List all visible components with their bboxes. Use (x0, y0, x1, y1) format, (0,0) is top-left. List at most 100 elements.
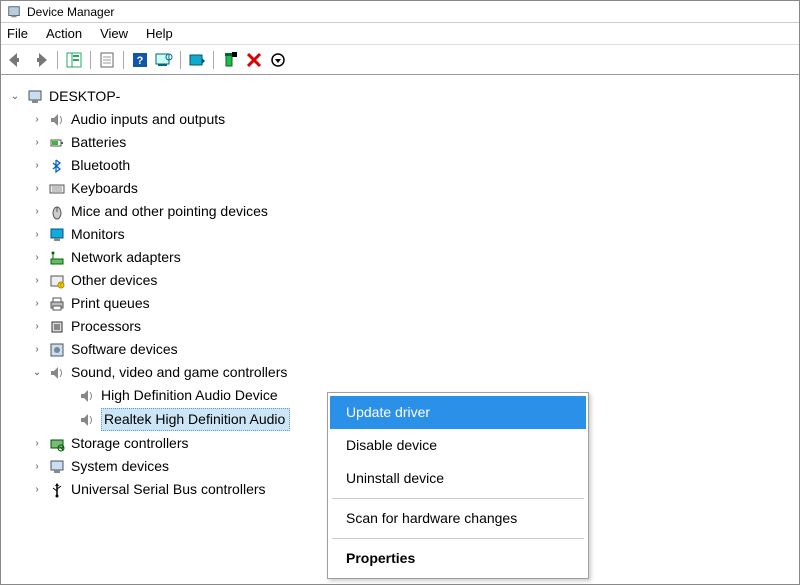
expander-placeholder (61, 414, 73, 426)
device-tree[interactable]: ⌄ DESKTOP- › Audio inputs and outputs › Bat… (1, 75, 799, 584)
monitor-icon (49, 227, 65, 243)
menu-bar: File Action View Help (1, 23, 799, 45)
uninstall-tb-icon[interactable] (220, 50, 240, 70)
expander-icon[interactable]: ⌄ (31, 367, 43, 379)
tree-category-label: Bluetooth (71, 155, 130, 176)
expander-icon[interactable]: › (31, 183, 43, 195)
app-icon (7, 5, 21, 19)
title-bar: Device Manager (1, 1, 799, 23)
cpu-icon (49, 319, 65, 335)
tree-category[interactable]: › Audio inputs and outputs (9, 108, 791, 131)
tree-category-label: Processors (71, 316, 141, 337)
battery-icon (49, 135, 65, 151)
expander-icon[interactable]: › (31, 275, 43, 287)
help-icon[interactable]: ? (130, 50, 150, 70)
expander-icon[interactable]: › (31, 484, 43, 496)
expander-icon[interactable]: › (31, 438, 43, 450)
tree-category-label: Other devices (71, 270, 157, 291)
toolbar-separator (213, 51, 214, 69)
context-menu-separator (332, 498, 584, 499)
expander-icon[interactable]: › (31, 229, 43, 241)
back-icon[interactable] (7, 50, 27, 70)
toolbar-separator (90, 51, 91, 69)
tree-category[interactable]: › Keyboards (9, 177, 791, 200)
tree-device-label: Realtek High Definition Audio (101, 408, 290, 431)
tree-category-label: Mice and other pointing devices (71, 201, 268, 222)
context-menu-item[interactable]: Scan for hardware changes (330, 502, 586, 535)
tree-category[interactable]: › Network adapters (9, 246, 791, 269)
show-hide-tree-icon[interactable] (64, 50, 84, 70)
keyboard-icon (49, 181, 65, 197)
expander-icon[interactable]: › (31, 137, 43, 149)
speaker-icon (79, 412, 95, 428)
scan-hardware-icon[interactable] (154, 50, 174, 70)
menu-action[interactable]: Action (46, 26, 82, 41)
tree-category[interactable]: › Software devices (9, 338, 791, 361)
disable-tb-icon[interactable] (244, 50, 264, 70)
tree-category-label: Keyboards (71, 178, 138, 199)
context-menu-item[interactable]: Update driver (330, 396, 586, 429)
tree-device-label: High Definition Audio Device (101, 385, 278, 406)
printer-icon (49, 296, 65, 312)
system-icon (49, 459, 65, 475)
bluetooth-icon (49, 158, 65, 174)
tree-category-label: Network adapters (71, 247, 181, 268)
expander-icon[interactable]: ⌄ (9, 91, 21, 103)
tree-root-label: DESKTOP- (49, 86, 120, 107)
usb-icon (49, 482, 65, 498)
tree-category[interactable]: › Monitors (9, 223, 791, 246)
tree-category[interactable]: ⌄ Sound, video and game controllers (9, 361, 791, 384)
network-icon (49, 250, 65, 266)
expander-icon[interactable]: › (31, 461, 43, 473)
menu-view[interactable]: View (100, 26, 128, 41)
software-icon (49, 342, 65, 358)
expander-icon[interactable]: › (31, 160, 43, 172)
toolbar: ? (1, 45, 799, 75)
menu-file[interactable]: File (7, 26, 28, 41)
tree-category-label: Audio inputs and outputs (71, 109, 225, 130)
speaker-icon (49, 112, 65, 128)
tree-root[interactable]: ⌄ DESKTOP- (9, 85, 791, 108)
speaker-icon (49, 365, 65, 381)
tree-category[interactable]: › Processors (9, 315, 791, 338)
tree-category[interactable]: › Print queues (9, 292, 791, 315)
context-menu-item[interactable]: Disable device (330, 429, 586, 462)
context-menu-item[interactable]: Uninstall device (330, 462, 586, 495)
tree-category[interactable]: › Mice and other pointing devices (9, 200, 791, 223)
forward-icon[interactable] (31, 50, 51, 70)
toolbar-separator (123, 51, 124, 69)
tree-category[interactable]: › Batteries (9, 131, 791, 154)
expander-icon[interactable]: › (31, 114, 43, 126)
menu-help[interactable]: Help (146, 26, 173, 41)
expander-icon[interactable]: › (31, 252, 43, 264)
tree-category[interactable]: › Bluetooth (9, 154, 791, 177)
expander-icon[interactable]: › (31, 298, 43, 310)
update-driver-tb-icon[interactable] (187, 50, 207, 70)
speaker-icon (79, 388, 95, 404)
context-menu-separator (332, 538, 584, 539)
arrow-circle-icon[interactable] (268, 50, 288, 70)
svg-text:!: ! (60, 283, 61, 289)
tree-category-label: Monitors (71, 224, 125, 245)
toolbar-separator (180, 51, 181, 69)
tree-category-label: Sound, video and game controllers (71, 362, 287, 383)
expander-icon[interactable]: › (31, 344, 43, 356)
context-menu-item[interactable]: Properties (330, 542, 586, 575)
properties-page-icon[interactable] (97, 50, 117, 70)
storage-icon (49, 436, 65, 452)
tree-category-label: Universal Serial Bus controllers (71, 479, 266, 500)
toolbar-separator (57, 51, 58, 69)
tree-category[interactable]: ›! Other devices (9, 269, 791, 292)
expander-placeholder (61, 390, 73, 402)
tree-category-label: System devices (71, 456, 169, 477)
mouse-icon (49, 204, 65, 220)
expander-icon[interactable]: › (31, 206, 43, 218)
expander-icon[interactable]: › (31, 321, 43, 333)
tree-category-label: Storage controllers (71, 433, 189, 454)
tree-category-label: Print queues (71, 293, 150, 314)
other-icon: ! (49, 273, 65, 289)
tree-category-label: Batteries (71, 132, 126, 153)
context-menu: Update driverDisable deviceUninstall dev… (327, 392, 589, 579)
tree-category-label: Software devices (71, 339, 178, 360)
computer-icon (27, 89, 43, 105)
